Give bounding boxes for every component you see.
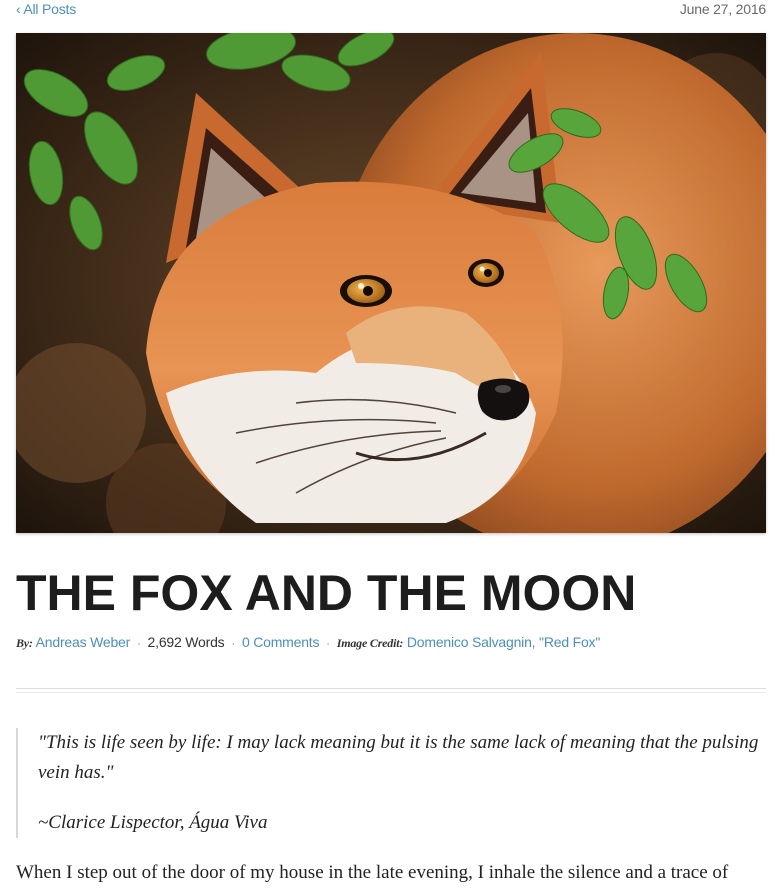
all-posts-link[interactable]: ‹ All Posts — [16, 0, 76, 18]
fox-photo-icon — [16, 33, 766, 533]
epigraph-attribution: ~Clarice Lispector, Água Viva — [38, 812, 268, 833]
epigraph: "This is life seen by life: I may lack m… — [16, 728, 768, 838]
comments-link[interactable]: 0 Comments — [242, 634, 320, 650]
word-count: 2,692 Words — [147, 634, 225, 650]
meta-separator: · — [137, 638, 141, 650]
meta-separator: · — [231, 638, 235, 650]
article-body-first-line: When I step out of the door of my house … — [16, 862, 729, 883]
by-label: By: — [16, 636, 33, 650]
epigraph-quote: "This is life seen by life: I may lack m… — [38, 732, 759, 783]
hero-image — [16, 33, 766, 533]
top-nav: ‹ All Posts June 27, 2016 — [16, 0, 766, 20]
divider — [16, 688, 766, 693]
post-date: June 27, 2016 — [679, 1, 766, 17]
article-title: THE FOX AND THE MOON — [16, 565, 637, 621]
author-link[interactable]: Andreas Weber — [36, 634, 131, 650]
article-meta: By: Andreas Weber · 2,692 Words · 0 Comments… — [16, 632, 600, 654]
image-credit-label: Image Credit: — [336, 636, 404, 650]
image-credit-link[interactable]: Domenico Salvagnin, "Red Fox" — [407, 634, 600, 650]
meta-separator: · — [326, 638, 330, 650]
